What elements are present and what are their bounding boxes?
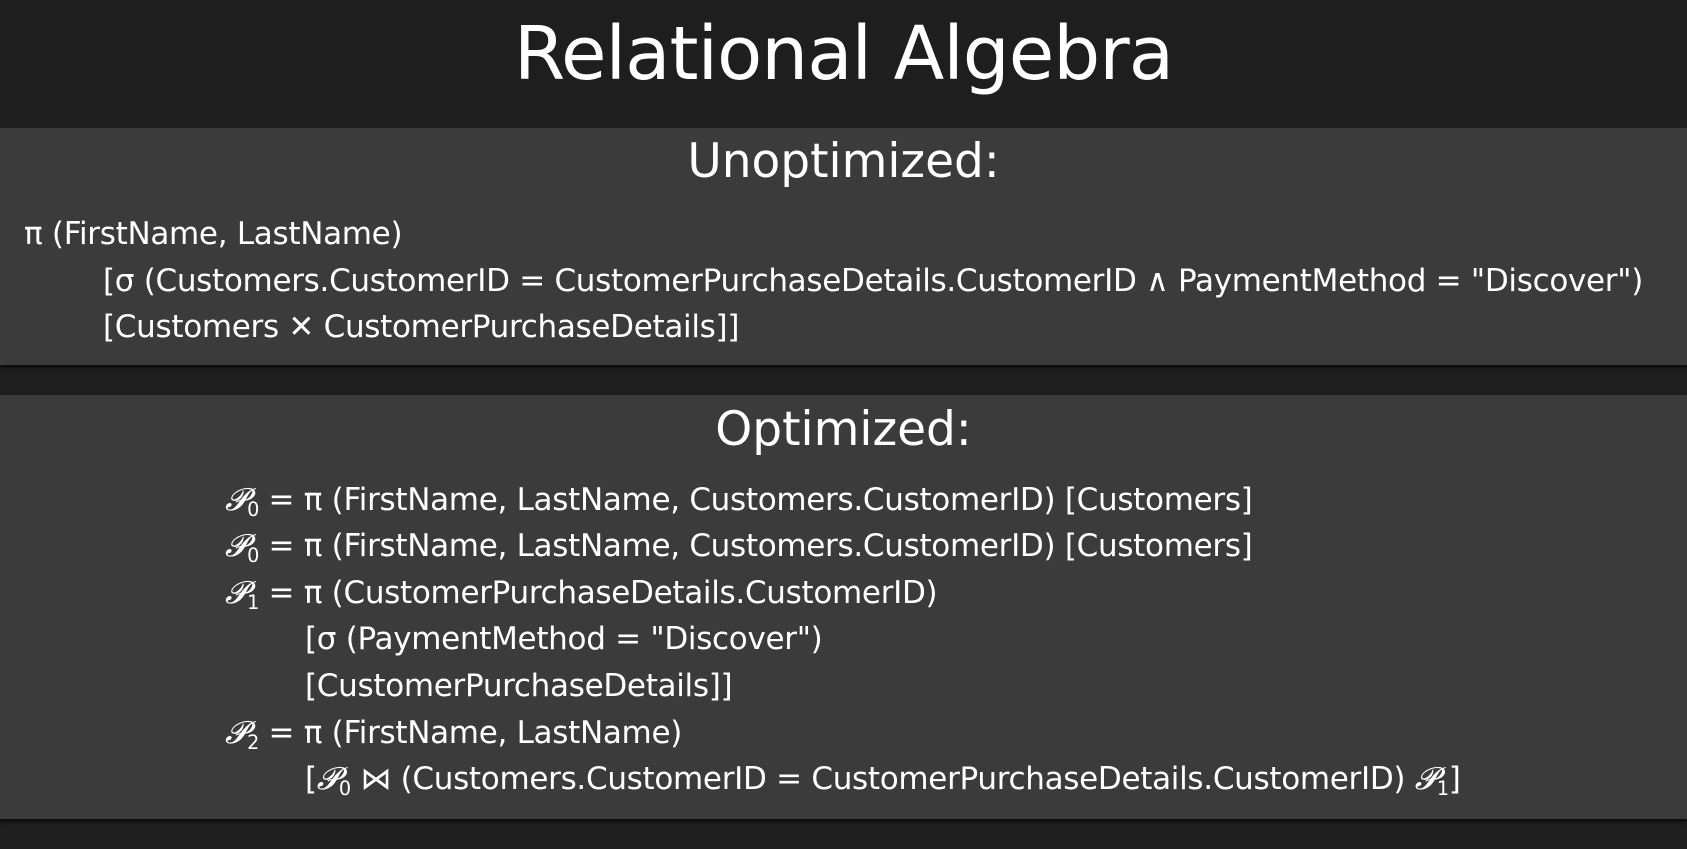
bracket-close: ] <box>1448 761 1461 797</box>
relation-subscript: 1 <box>1436 776 1449 800</box>
unoptimized-line-1: π (FirstName, LastName) <box>24 216 403 252</box>
expression-text: = π (FirstName, LastName, Customers.Cust… <box>258 482 1253 518</box>
optimized-panel: Optimized: 𝓟0 = π (FirstName, LastName, … <box>0 395 1687 819</box>
unoptimized-heading: Unoptimized: <box>687 134 1000 189</box>
unoptimized-line-2: [σ (Customers.CustomerID = CustomerPurch… <box>103 263 1644 299</box>
relation-subscript: 0 <box>338 776 351 800</box>
optimized-line-1: 𝓟0 = π (FirstName, LastName, Customers.C… <box>225 478 1253 522</box>
relation-variable: 𝓟 <box>1414 761 1437 797</box>
bracket-open: [ <box>305 761 317 797</box>
expression-text: = π (FirstName, LastName) <box>258 715 683 751</box>
relation-variable: 𝓟 <box>316 761 339 797</box>
optimized-line-3: 𝓟1 = π (CustomerPurchaseDetails.Customer… <box>225 571 938 615</box>
unoptimized-line-3: [Customers ✕ CustomerPurchaseDetails]] <box>103 309 740 345</box>
expression-text: [CustomerPurchaseDetails]] <box>305 668 733 704</box>
expression-text: = π (CustomerPurchaseDetails.CustomerID) <box>258 575 938 611</box>
expression-text: ⋈ (Customers.CustomerID = CustomerPurcha… <box>350 761 1415 797</box>
expression-text: = π (FirstName, LastName, Customers.Cust… <box>258 528 1253 564</box>
optimized-heading: Optimized: <box>715 402 972 457</box>
unoptimized-panel: Unoptimized: π (FirstName, LastName) [σ … <box>0 128 1687 365</box>
slide: Relational Algebra Unoptimized: π (First… <box>0 0 1687 849</box>
relation-subscript: 1 <box>247 590 259 614</box>
relation-variable: 𝓟 <box>225 575 248 611</box>
relation-variable: 𝓟 <box>225 715 248 751</box>
expression-text: [σ (PaymentMethod = "Discover") <box>305 621 823 657</box>
relation-subscript: 2 <box>247 730 259 754</box>
optimized-line-2: 𝓟0 = π (FirstName, LastName, Customers.C… <box>225 524 1253 568</box>
page-title: Relational Algebra <box>513 11 1174 97</box>
optimized-line-6: 𝓟2 = π (FirstName, LastName) <box>225 711 682 755</box>
relation-subscript: 0 <box>247 497 259 521</box>
relation-variable: 𝓟 <box>225 528 248 564</box>
optimized-line-7: [𝓟0 ⋈ (Customers.CustomerID = CustomerPu… <box>305 757 1461 801</box>
optimized-line-4: [σ (PaymentMethod = "Discover") <box>305 617 823 661</box>
relation-variable: 𝓟 <box>225 482 248 518</box>
optimized-line-5: [CustomerPurchaseDetails]] <box>305 664 733 708</box>
relation-subscript: 0 <box>247 543 259 567</box>
